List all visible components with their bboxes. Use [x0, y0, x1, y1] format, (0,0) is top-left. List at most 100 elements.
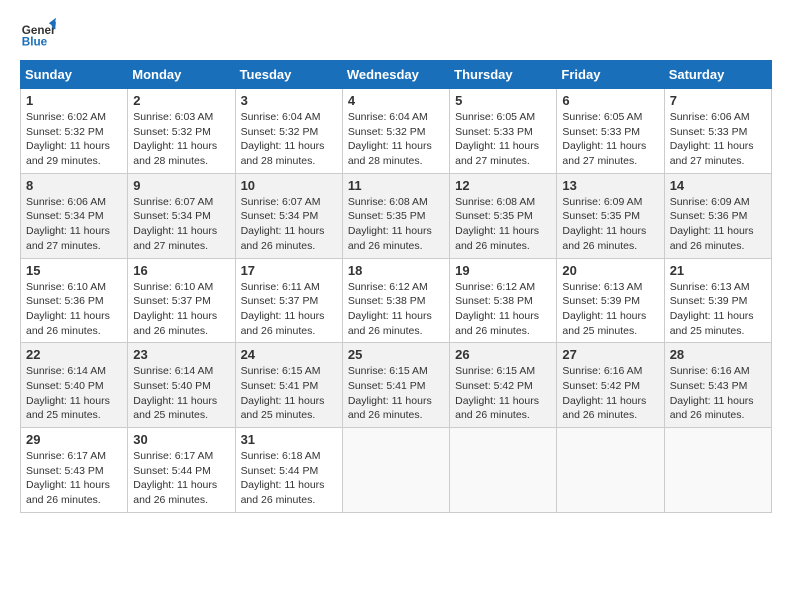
day-info: Sunrise: 6:12 AM Sunset: 5:38 PM Dayligh… — [348, 280, 444, 339]
day-info: Sunrise: 6:13 AM Sunset: 5:39 PM Dayligh… — [670, 280, 766, 339]
sunset-label: Sunset: 5:40 PM — [133, 380, 211, 392]
day-cell-1: 1 Sunrise: 6:02 AM Sunset: 5:32 PM Dayli… — [21, 89, 128, 174]
sunset-label: Sunset: 5:38 PM — [348, 295, 426, 307]
col-header-sunday: Sunday — [21, 61, 128, 89]
daylight-label: Daylight: 11 hours and 27 minutes. — [26, 225, 110, 252]
day-info: Sunrise: 6:15 AM Sunset: 5:41 PM Dayligh… — [348, 364, 444, 423]
sunrise-label: Sunrise: 6:08 AM — [348, 196, 428, 208]
day-info: Sunrise: 6:17 AM Sunset: 5:44 PM Dayligh… — [133, 449, 229, 508]
day-info: Sunrise: 6:09 AM Sunset: 5:36 PM Dayligh… — [670, 195, 766, 254]
day-number: 11 — [348, 178, 444, 193]
day-cell-21: 21 Sunrise: 6:13 AM Sunset: 5:39 PM Dayl… — [664, 258, 771, 343]
day-number: 25 — [348, 347, 444, 362]
day-number: 17 — [241, 263, 337, 278]
day-info: Sunrise: 6:10 AM Sunset: 5:36 PM Dayligh… — [26, 280, 122, 339]
day-cell-4: 4 Sunrise: 6:04 AM Sunset: 5:32 PM Dayli… — [342, 89, 449, 174]
daylight-label: Daylight: 11 hours and 25 minutes. — [670, 310, 754, 337]
day-cell-3: 3 Sunrise: 6:04 AM Sunset: 5:32 PM Dayli… — [235, 89, 342, 174]
daylight-label: Daylight: 11 hours and 28 minutes. — [133, 140, 217, 167]
day-cell-22: 22 Sunrise: 6:14 AM Sunset: 5:40 PM Dayl… — [21, 343, 128, 428]
daylight-label: Daylight: 11 hours and 26 minutes. — [455, 225, 539, 252]
day-number: 10 — [241, 178, 337, 193]
day-info: Sunrise: 6:03 AM Sunset: 5:32 PM Dayligh… — [133, 110, 229, 169]
day-number: 8 — [26, 178, 122, 193]
empty-cell — [664, 428, 771, 513]
sunset-label: Sunset: 5:32 PM — [348, 126, 426, 138]
sunrise-label: Sunrise: 6:12 AM — [348, 281, 428, 293]
day-cell-26: 26 Sunrise: 6:15 AM Sunset: 5:42 PM Dayl… — [450, 343, 557, 428]
day-number: 27 — [562, 347, 658, 362]
sunrise-label: Sunrise: 6:02 AM — [26, 111, 106, 123]
day-number: 26 — [455, 347, 551, 362]
sunrise-label: Sunrise: 6:06 AM — [670, 111, 750, 123]
page-header: General Blue — [20, 16, 772, 52]
day-cell-28: 28 Sunrise: 6:16 AM Sunset: 5:43 PM Dayl… — [664, 343, 771, 428]
daylight-label: Daylight: 11 hours and 26 minutes. — [670, 225, 754, 252]
daylight-label: Daylight: 11 hours and 26 minutes. — [455, 310, 539, 337]
col-header-saturday: Saturday — [664, 61, 771, 89]
sunset-label: Sunset: 5:43 PM — [26, 465, 104, 477]
day-cell-30: 30 Sunrise: 6:17 AM Sunset: 5:44 PM Dayl… — [128, 428, 235, 513]
day-number: 2 — [133, 93, 229, 108]
day-cell-6: 6 Sunrise: 6:05 AM Sunset: 5:33 PM Dayli… — [557, 89, 664, 174]
daylight-label: Daylight: 11 hours and 25 minutes. — [241, 395, 325, 422]
logo: General Blue — [20, 16, 56, 52]
sunset-label: Sunset: 5:43 PM — [670, 380, 748, 392]
sunset-label: Sunset: 5:32 PM — [133, 126, 211, 138]
daylight-label: Daylight: 11 hours and 27 minutes. — [133, 225, 217, 252]
day-info: Sunrise: 6:12 AM Sunset: 5:38 PM Dayligh… — [455, 280, 551, 339]
col-header-monday: Monday — [128, 61, 235, 89]
day-cell-25: 25 Sunrise: 6:15 AM Sunset: 5:41 PM Dayl… — [342, 343, 449, 428]
sunset-label: Sunset: 5:39 PM — [670, 295, 748, 307]
day-number: 28 — [670, 347, 766, 362]
col-header-thursday: Thursday — [450, 61, 557, 89]
sunset-label: Sunset: 5:42 PM — [455, 380, 533, 392]
day-cell-18: 18 Sunrise: 6:12 AM Sunset: 5:38 PM Dayl… — [342, 258, 449, 343]
day-cell-5: 5 Sunrise: 6:05 AM Sunset: 5:33 PM Dayli… — [450, 89, 557, 174]
sunrise-label: Sunrise: 6:10 AM — [133, 281, 213, 293]
day-info: Sunrise: 6:11 AM Sunset: 5:37 PM Dayligh… — [241, 280, 337, 339]
day-number: 5 — [455, 93, 551, 108]
day-number: 19 — [455, 263, 551, 278]
daylight-label: Daylight: 11 hours and 27 minutes. — [562, 140, 646, 167]
sunset-label: Sunset: 5:34 PM — [26, 210, 104, 222]
day-number: 3 — [241, 93, 337, 108]
sunset-label: Sunset: 5:44 PM — [133, 465, 211, 477]
daylight-label: Daylight: 11 hours and 26 minutes. — [455, 395, 539, 422]
day-number: 4 — [348, 93, 444, 108]
sunset-label: Sunset: 5:34 PM — [241, 210, 319, 222]
daylight-label: Daylight: 11 hours and 26 minutes. — [241, 225, 325, 252]
day-info: Sunrise: 6:08 AM Sunset: 5:35 PM Dayligh… — [455, 195, 551, 254]
sunrise-label: Sunrise: 6:06 AM — [26, 196, 106, 208]
calendar-table: SundayMondayTuesdayWednesdayThursdayFrid… — [20, 60, 772, 513]
daylight-label: Daylight: 11 hours and 27 minutes. — [670, 140, 754, 167]
day-info: Sunrise: 6:06 AM Sunset: 5:34 PM Dayligh… — [26, 195, 122, 254]
sunset-label: Sunset: 5:36 PM — [670, 210, 748, 222]
day-cell-10: 10 Sunrise: 6:07 AM Sunset: 5:34 PM Dayl… — [235, 173, 342, 258]
sunset-label: Sunset: 5:36 PM — [26, 295, 104, 307]
day-number: 24 — [241, 347, 337, 362]
day-number: 22 — [26, 347, 122, 362]
calendar-week-3: 15 Sunrise: 6:10 AM Sunset: 5:36 PM Dayl… — [21, 258, 772, 343]
daylight-label: Daylight: 11 hours and 25 minutes. — [133, 395, 217, 422]
empty-cell — [450, 428, 557, 513]
col-header-tuesday: Tuesday — [235, 61, 342, 89]
day-cell-29: 29 Sunrise: 6:17 AM Sunset: 5:43 PM Dayl… — [21, 428, 128, 513]
sunset-label: Sunset: 5:35 PM — [562, 210, 640, 222]
sunset-label: Sunset: 5:41 PM — [241, 380, 319, 392]
daylight-label: Daylight: 11 hours and 28 minutes. — [348, 140, 432, 167]
sunset-label: Sunset: 5:39 PM — [562, 295, 640, 307]
daylight-label: Daylight: 11 hours and 26 minutes. — [133, 310, 217, 337]
day-number: 12 — [455, 178, 551, 193]
day-info: Sunrise: 6:02 AM Sunset: 5:32 PM Dayligh… — [26, 110, 122, 169]
day-number: 1 — [26, 93, 122, 108]
sunrise-label: Sunrise: 6:07 AM — [241, 196, 321, 208]
sunrise-label: Sunrise: 6:18 AM — [241, 450, 321, 462]
day-number: 30 — [133, 432, 229, 447]
sunset-label: Sunset: 5:38 PM — [455, 295, 533, 307]
sunrise-label: Sunrise: 6:15 AM — [348, 365, 428, 377]
day-info: Sunrise: 6:15 AM Sunset: 5:42 PM Dayligh… — [455, 364, 551, 423]
sunrise-label: Sunrise: 6:16 AM — [562, 365, 642, 377]
day-cell-8: 8 Sunrise: 6:06 AM Sunset: 5:34 PM Dayli… — [21, 173, 128, 258]
day-number: 21 — [670, 263, 766, 278]
